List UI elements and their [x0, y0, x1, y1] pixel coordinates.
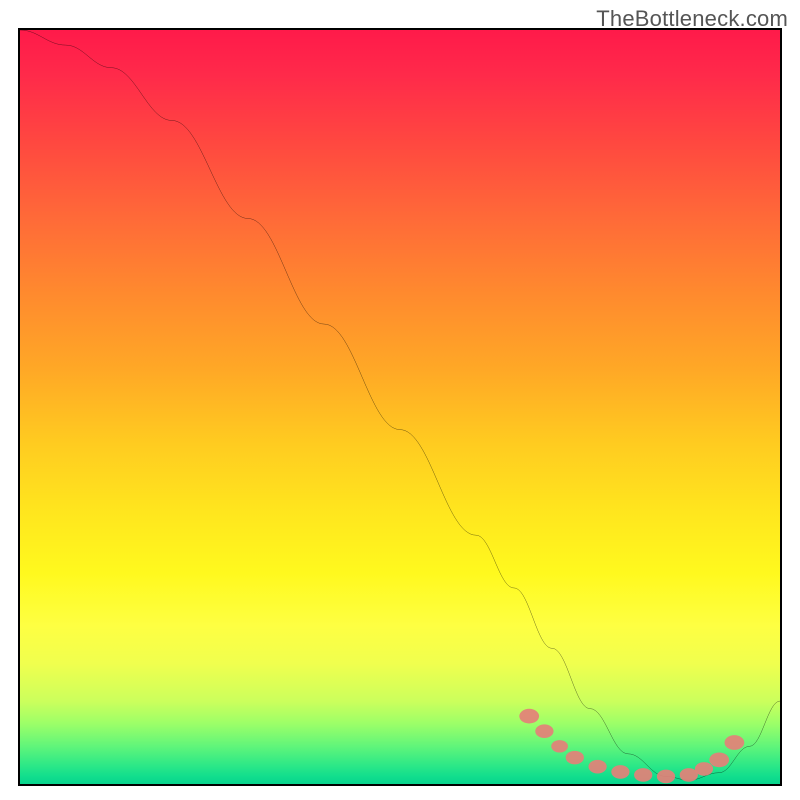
chart-container: TheBottleneck.com: [0, 0, 800, 800]
chart-plot-area: [18, 28, 782, 786]
curve-marker: [535, 724, 553, 738]
curve-marker: [725, 735, 745, 750]
watermark-text: TheBottleneck.com: [596, 6, 788, 32]
curve-marker: [695, 762, 713, 776]
curve-marker: [634, 768, 652, 782]
curve-marker: [611, 765, 629, 779]
curve-marker: [551, 740, 568, 752]
curve-marker: [519, 709, 539, 724]
curve-marker: [709, 753, 729, 768]
curve-marker: [588, 760, 606, 774]
bottleneck-curve-path: [20, 30, 780, 780]
curve-markers-group: [519, 709, 744, 783]
bottleneck-curve-svg: [20, 30, 780, 784]
curve-marker: [657, 770, 675, 784]
curve-marker: [566, 751, 584, 765]
